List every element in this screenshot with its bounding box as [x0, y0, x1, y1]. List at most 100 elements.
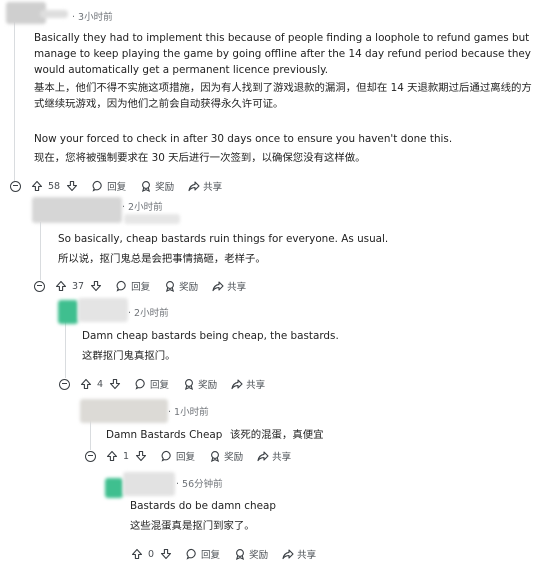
comment-text-en-2: Now your forced to check in after 30 day…: [34, 133, 453, 145]
reply-label: 回复: [131, 282, 151, 293]
comment-text-en: Damn Bastards Cheap: [106, 429, 223, 441]
upvote-icon[interactable]: [131, 548, 143, 560]
username: [78, 298, 128, 322]
reply-label: 回复: [150, 380, 170, 391]
award-icon: [211, 451, 220, 462]
vote-control: 4: [80, 378, 121, 390]
share-icon: [257, 451, 269, 462]
share-label: 共享: [246, 380, 266, 391]
award-icon: [142, 181, 151, 192]
reply-button[interactable]: 回复: [135, 377, 169, 391]
username: [40, 10, 68, 18]
comment-text-en: Bastards do be damn cheap: [130, 500, 276, 512]
downvote-icon[interactable]: [90, 280, 102, 292]
comment-text-zh: 这群抠门鬼真抠门。: [82, 350, 176, 362]
award-label: 奖励: [198, 380, 218, 391]
downvote-icon[interactable]: [109, 378, 121, 390]
share-label: 共享: [272, 452, 292, 463]
share-icon: [188, 181, 200, 192]
reply-label: 回复: [107, 182, 127, 193]
avatar: [105, 478, 123, 498]
thread-line: [14, 22, 15, 182]
upvote-icon[interactable]: [106, 450, 118, 462]
collapse-button[interactable]: [59, 378, 70, 390]
reply-icon: [161, 450, 171, 462]
reply-button[interactable]: 回复: [161, 449, 195, 463]
upvote-icon[interactable]: [31, 180, 43, 192]
award-button[interactable]: 奖励: [183, 377, 217, 391]
vote-count: 4: [97, 378, 104, 390]
comment-actions: 37 回复 奖励 共享: [34, 278, 246, 294]
comment-text-zh-2: 现在，您将被强制要求在 30 天后进行一次签到，以确保您没有这样做。: [34, 152, 366, 164]
vote-count: 37: [72, 280, 85, 292]
share-button[interactable]: 共享: [282, 547, 316, 561]
reply-button[interactable]: 回复: [186, 547, 220, 561]
upvote-icon[interactable]: [80, 378, 92, 390]
award-button[interactable]: 奖励: [234, 547, 268, 561]
award-icon: [236, 549, 245, 560]
comment-text-en: So basically, cheap bastards ruin things…: [58, 233, 389, 245]
share-button[interactable]: 共享: [188, 179, 222, 193]
award-button[interactable]: 奖励: [140, 179, 174, 193]
downvote-icon[interactable]: [160, 548, 172, 560]
avatar: [58, 300, 78, 324]
reply-icon: [135, 378, 145, 390]
comment-actions: 1 回复 奖励 共享: [85, 448, 291, 464]
collapse-button[interactable]: [85, 450, 96, 462]
comment-time: · 56分钟前: [176, 479, 223, 490]
comment-actions: 58 回复 奖励 共享: [10, 178, 222, 194]
comment-text-zh: 该死的混蛋，真便宜: [230, 429, 324, 441]
vote-control: 0: [131, 548, 172, 560]
downvote-icon[interactable]: [66, 180, 78, 192]
reply-button[interactable]: 回复: [92, 179, 126, 193]
reply-icon: [92, 180, 102, 192]
vote-control: 58: [31, 180, 78, 192]
share-icon: [282, 549, 294, 560]
award-label: 奖励: [179, 282, 199, 293]
share-label: 共享: [227, 282, 247, 293]
comment-text-zh: 基本上，他们不得不实施这项措施，因为有人找到了游戏退款的漏洞，但却在 14 天退…: [34, 82, 532, 110]
award-icon: [166, 281, 175, 292]
reply-icon: [116, 280, 126, 292]
vote-count: 58: [48, 180, 61, 192]
username: [124, 214, 180, 224]
upvote-icon[interactable]: [55, 280, 67, 292]
share-button[interactable]: 共享: [231, 377, 265, 391]
comment-text-zh: 这些混蛋真是抠门到家了。: [130, 520, 255, 532]
award-button[interactable]: 奖励: [164, 279, 198, 293]
reply-icon: [186, 548, 196, 560]
award-icon: [185, 379, 194, 390]
reply-button[interactable]: 回复: [116, 279, 150, 293]
comment-actions: 0 回复 奖励 共享: [131, 546, 316, 562]
collapse-button[interactable]: [34, 280, 45, 292]
award-label: 奖励: [249, 550, 269, 561]
comment-text-zh: 所以说，抠门鬼总是会把事情搞砸，老样子。: [58, 253, 266, 265]
vote-control: 1: [106, 450, 147, 462]
award-label: 奖励: [155, 182, 175, 193]
thread-line: [65, 318, 66, 378]
avatar: [80, 399, 168, 423]
comment-text-en: Damn cheap bastards being cheap, the bas…: [82, 330, 339, 342]
comment-time: · 3小时前: [72, 12, 113, 23]
reply-label: 回复: [176, 452, 196, 463]
reply-label: 回复: [201, 550, 221, 561]
collapse-button[interactable]: [10, 180, 21, 192]
share-button[interactable]: 共享: [212, 279, 246, 293]
award-button[interactable]: 奖励: [209, 449, 243, 463]
thread-line: [40, 222, 41, 280]
share-label: 共享: [297, 550, 317, 561]
share-icon: [212, 281, 224, 292]
share-label: 共享: [203, 182, 223, 193]
vote-control: 37: [55, 280, 102, 292]
downvote-icon[interactable]: [135, 450, 147, 462]
comment-time: · 2小时前: [122, 202, 163, 213]
comment-time: · 2小时前: [128, 308, 169, 319]
comment-text-en: Basically they had to implement this bec…: [34, 32, 531, 76]
comment-actions: 4 回复 奖励 共享: [59, 376, 265, 392]
username: [123, 472, 175, 496]
vote-count: 0: [148, 548, 155, 560]
vote-count: 1: [123, 450, 130, 462]
share-button[interactable]: 共享: [257, 449, 291, 463]
avatar: [32, 197, 122, 223]
share-icon: [231, 379, 243, 390]
